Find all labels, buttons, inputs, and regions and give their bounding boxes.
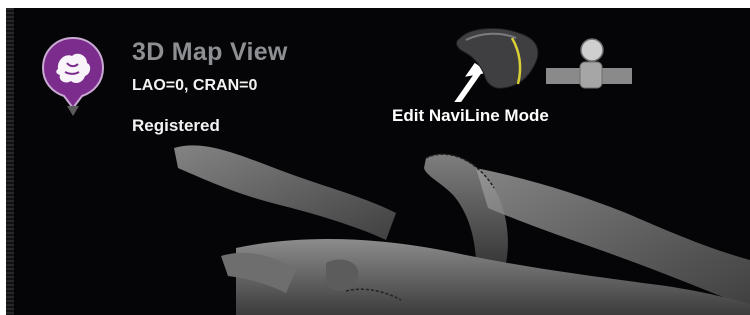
view-title: 3D Map View (132, 38, 288, 66)
map-viewport[interactable]: 3D Map View LAO=0, CRAN=0 Registered Edi… (6, 8, 750, 315)
sphere-slider-icon[interactable] (546, 38, 632, 89)
angles-readout: LAO=0, CRAN=0 (132, 77, 258, 94)
mode-label: Edit NaviLine Mode (392, 106, 549, 125)
vessel-3d-render (174, 145, 750, 315)
registration-status: Registered (132, 116, 220, 135)
tool-icons[interactable] (442, 22, 632, 102)
vessel-edit-icon[interactable] (456, 27, 539, 89)
anatomy-map-icon[interactable] (41, 36, 105, 118)
